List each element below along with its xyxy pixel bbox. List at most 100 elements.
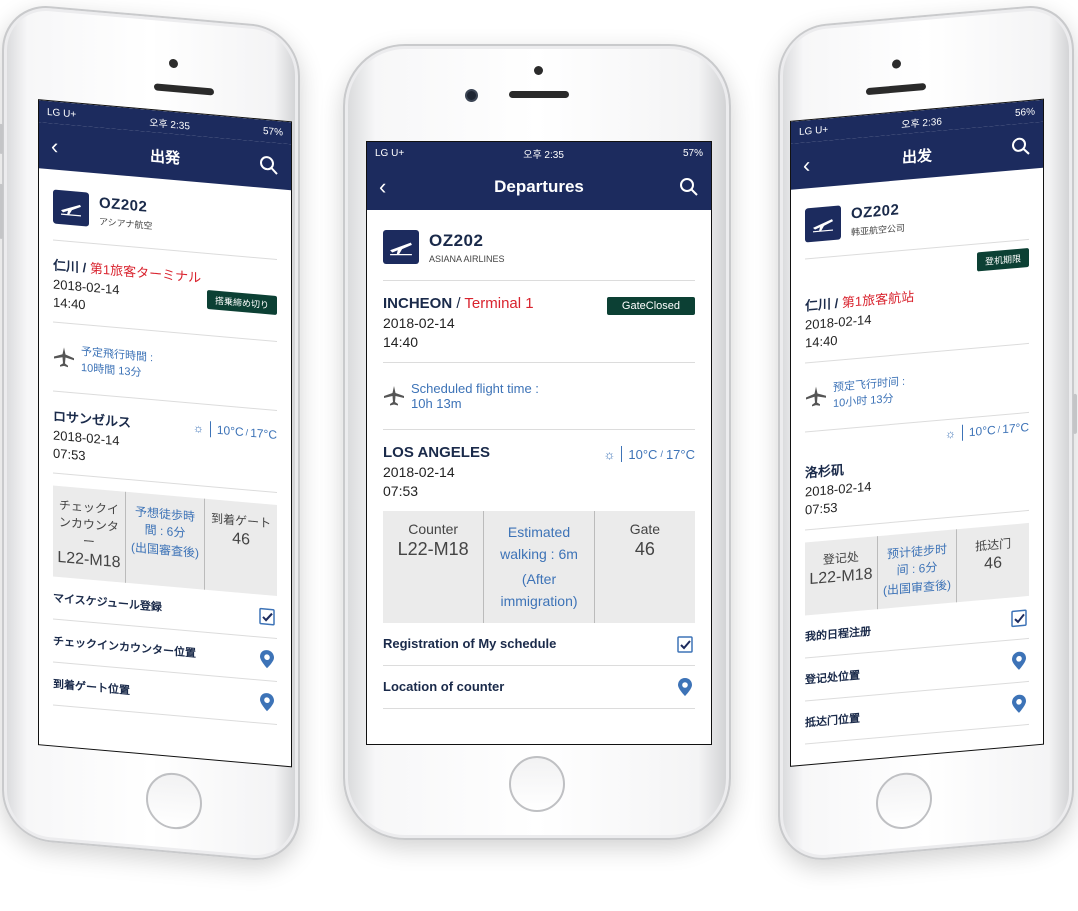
list-item-label: Location of counter xyxy=(383,679,505,695)
location-pin-icon xyxy=(260,650,274,669)
front-camera xyxy=(465,89,478,102)
list-item-label: 抵达门位置 xyxy=(805,712,860,730)
origin-time: 14:40 xyxy=(383,334,419,350)
carrier-label: LG U+ xyxy=(47,106,77,120)
airplane-icon xyxy=(384,386,404,406)
origin-terminal: 第1旅客航站 xyxy=(841,288,915,311)
flight-header: OZ202 ASIANA AIRLINES xyxy=(383,210,695,281)
search-icon[interactable] xyxy=(1011,136,1031,158)
airplane-icon xyxy=(54,347,74,368)
search-icon[interactable] xyxy=(679,177,699,197)
gate-value: 46 xyxy=(634,539,655,559)
origin-city: 仁川 xyxy=(53,257,80,275)
carrier-label: LG U+ xyxy=(799,124,829,138)
front-sensor xyxy=(892,59,901,69)
flight-number: OZ202 xyxy=(429,230,484,250)
back-chevron-icon[interactable]: ‹ xyxy=(51,133,71,161)
origin-city: INCHEON xyxy=(383,295,453,312)
clock-label: 오후 2:35 xyxy=(523,149,564,161)
sun-icon: ☼ xyxy=(603,446,616,462)
list-item-counter-location[interactable]: Location of counter xyxy=(383,666,695,709)
list-item-label: Registration of My schedule xyxy=(383,636,557,652)
counter-label: チェックインカウンター xyxy=(58,497,119,550)
origin-section: 仁川 / 第1旅客航站 2018-02-14 14:40 登机期限 xyxy=(805,239,1029,364)
battery-label: 57% xyxy=(262,125,283,139)
walking-label: Estimated walking : 6m xyxy=(500,524,578,563)
destination-date: 2018-02-14 xyxy=(383,464,455,480)
speaker-grille xyxy=(154,83,214,96)
counter-cell: Counter L22-M18 xyxy=(383,511,485,623)
flight-number: OZ202 xyxy=(99,193,148,216)
list-item-label: 登记处位置 xyxy=(805,669,860,687)
departure-plane-icon xyxy=(53,189,89,227)
location-pin-icon xyxy=(1012,651,1026,670)
page-title: 出発 xyxy=(149,147,180,168)
origin-section: INCHEON / Terminal 1 2018-02-14 14:40 Ga… xyxy=(383,281,695,363)
temp-separator: / xyxy=(245,427,249,438)
right-screen: LG U+ 오후 2:36 56% ‹ 出发 OZ202 韩亚航空公司 仁川 /… xyxy=(790,98,1044,767)
sun-icon: ☼ xyxy=(944,426,956,442)
temp-low: 10°C xyxy=(628,446,658,462)
departure-plane-icon xyxy=(383,230,419,264)
origin-terminal: Terminal 1 xyxy=(464,295,534,312)
home-button[interactable] xyxy=(509,756,565,812)
flight-number: OZ202 xyxy=(851,200,900,223)
counter-label: Counter xyxy=(408,521,459,537)
nav-bar: ‹ Departures xyxy=(367,164,711,210)
list-item-label: マイスケジュール登録 xyxy=(53,592,162,614)
list-item-label: 我的日程注册 xyxy=(805,625,871,644)
center-phone: LG U+ 오후 2:35 57% ‹ Departures OZ202 ASI… xyxy=(343,44,731,840)
destination-section: LOS ANGELES 2018-02-14 07:53 ☼ 10°C/17°C xyxy=(383,430,695,511)
weather-info: ☼ 10°C/17°C xyxy=(945,419,1029,442)
page-title: 出发 xyxy=(901,146,932,167)
home-button[interactable] xyxy=(876,770,932,832)
search-icon[interactable] xyxy=(259,154,279,176)
status-badge: 登机期限 xyxy=(976,247,1029,272)
battery-label: 57% xyxy=(682,147,703,159)
battery-label: 56% xyxy=(1014,105,1035,119)
mute-switch xyxy=(0,123,3,155)
gate-cell: 到着ゲート 46 xyxy=(205,499,277,596)
walking-cell: 预计徒步时间 : 6分 (出国审查後) xyxy=(877,529,958,610)
origin-separator: / xyxy=(79,259,90,276)
origin-separator: / xyxy=(831,295,842,312)
counter-value: L22-M18 xyxy=(397,539,469,559)
right-phone: LG U+ 오후 2:36 56% ‹ 出发 OZ202 韩亚航空公司 仁川 /… xyxy=(778,2,1077,864)
walking-cell: 予想徒歩時間 : 6分 (出国審査後) xyxy=(125,491,206,590)
gate-value: 46 xyxy=(232,530,250,549)
destination-section: 洛杉矶 2018-02-14 07:53 ☼ 10°C/17°C xyxy=(805,412,1029,531)
walking-label: 预计徒步时间 : 6分 xyxy=(887,542,948,578)
center-screen: LG U+ 오후 2:35 57% ‹ Departures OZ202 ASI… xyxy=(366,141,712,745)
front-sensor xyxy=(169,58,178,69)
walking-cell: Estimated walking : 6m (After immigratio… xyxy=(484,511,595,623)
airline-name: アシアナ航空 xyxy=(99,215,153,231)
info-box: Counter L22-M18 Estimated walking : 6m (… xyxy=(383,511,695,623)
calendar-check-icon xyxy=(677,635,693,653)
duration-value: 10h 13m xyxy=(411,396,462,411)
clock-label: 오후 2:36 xyxy=(901,116,942,131)
info-box: チェックインカウンター L22-M18 予想徒歩時間 : 6分 (出国審査後) … xyxy=(53,485,277,597)
temp-high: 17°C xyxy=(1002,419,1029,437)
home-button[interactable] xyxy=(146,770,202,832)
counter-value: L22-M18 xyxy=(57,548,121,572)
walking-label: 予想徒歩時間 : 6分 xyxy=(135,504,196,541)
location-pin-icon xyxy=(260,693,274,712)
back-chevron-icon[interactable]: ‹ xyxy=(803,151,823,179)
gate-cell: Gate 46 xyxy=(595,511,695,623)
origin-city: 仁川 xyxy=(805,296,832,314)
list-item-schedule[interactable]: Registration of My schedule xyxy=(383,623,695,666)
front-sensor xyxy=(534,66,543,75)
list-item-label: 到着ゲート位置 xyxy=(53,678,130,698)
airline-name: 韩亚航空公司 xyxy=(851,222,906,238)
back-chevron-icon[interactable]: ‹ xyxy=(379,174,399,200)
location-pin-icon xyxy=(1012,694,1026,713)
counter-value: L22-M18 xyxy=(809,565,873,589)
gate-value: 46 xyxy=(984,554,1002,573)
calendar-check-icon xyxy=(259,607,275,626)
left-phone: LG U+ 오후 2:35 57% ‹ 出発 OZ202 アシアナ航空 仁川 /… xyxy=(0,2,300,865)
temp-high: 17°C xyxy=(665,446,695,462)
power-button xyxy=(1073,393,1077,435)
weather-info: ☼ 10°C/17°C xyxy=(603,446,695,462)
gate-cell: 抵达门 46 xyxy=(957,523,1029,602)
temp-separator: / xyxy=(997,424,1001,435)
